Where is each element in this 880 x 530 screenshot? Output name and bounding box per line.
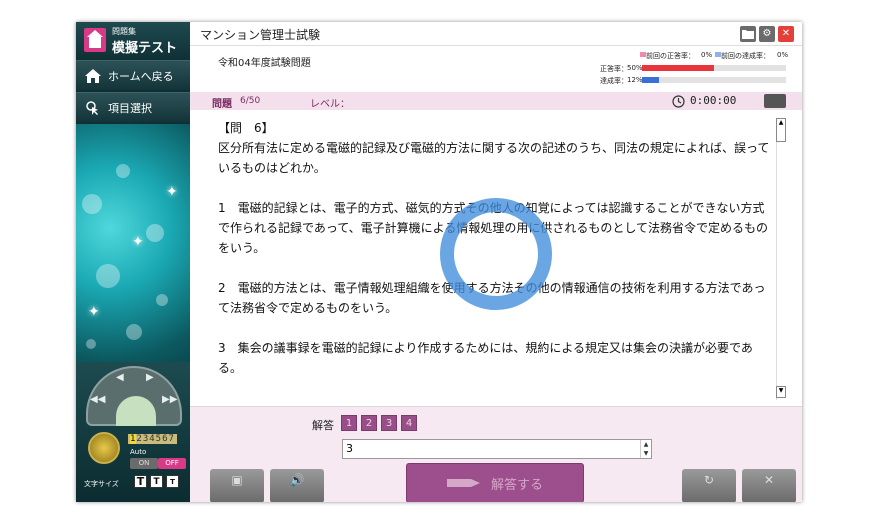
sidebar-item-select[interactable]: 項目選択 (76, 92, 190, 122)
correct-rate-value: 50% (627, 64, 643, 72)
achieve-rate-bar (642, 77, 786, 83)
correct-rate-label: 正答率： (600, 65, 628, 73)
scrollbar[interactable] (776, 118, 786, 400)
auto-on-button[interactable]: ON (130, 458, 158, 469)
timer: 0:00:00 (690, 94, 737, 107)
sound-coin-icon[interactable] (88, 432, 120, 464)
app-logo: 問題集 模擬テスト (76, 22, 190, 60)
gear-icon: ⚙ (762, 28, 772, 39)
main-panel: マンション管理士試験 ⚙ ✕ 令和04年度試験問題 前回の正答率： 0% 前回の… (190, 22, 802, 502)
scroll-down-button[interactable]: ▼ (776, 386, 786, 398)
sparkle-icon: ✦ (166, 184, 178, 200)
timer-toggle-button[interactable] (764, 94, 786, 108)
loading-spinner-icon (440, 198, 552, 310)
level-label: レベル： (310, 99, 350, 110)
control-panel: ◀ ▶ ◀◀ ▶▶ 1234567 Auto ON OFF 文字サイズ T T … (76, 362, 190, 502)
audio-button[interactable]: 🔊 (270, 469, 324, 502)
prev-arrow-icon[interactable]: ◀ (116, 372, 124, 383)
answer-choice-1[interactable]: 1 (341, 415, 357, 431)
question-stem: 区分所有法に定める電磁的記録及び電磁的方法に関する次の記述のうち、同法の規定によ… (218, 141, 770, 175)
speaker-icon: 🔊 (289, 473, 305, 487)
folder-button[interactable] (740, 26, 756, 42)
achieve-rate-fill (642, 77, 660, 83)
last-arrow-icon[interactable]: ▶▶ (162, 394, 177, 405)
window-title: マンション管理士試験 (200, 28, 321, 42)
pencil-icon (446, 479, 480, 487)
sidebar: 問題集 模擬テスト ホームへ戻る 項目選択 ✦ ✦ ✦ ◀ ▶ ◀◀ ▶▶ 12… (76, 22, 190, 502)
next-arrow-icon[interactable]: ▶ (146, 372, 154, 383)
counter-rest: 234567 (136, 434, 175, 444)
exam-title: 令和04年度試験問題 (218, 58, 311, 69)
answer-choice-2[interactable]: 2 (361, 415, 377, 431)
dpad-center[interactable] (116, 396, 156, 426)
logo-title: 模擬テスト (112, 41, 178, 56)
prev-achieve-value: 0% (777, 51, 789, 59)
cancel-icon: ✕ (763, 473, 775, 487)
sparkle-icon: ✦ (132, 234, 144, 250)
close-button[interactable]: ✕ (778, 26, 794, 42)
cancel-button[interactable]: ✕ (742, 469, 796, 502)
home-logo-icon (84, 28, 106, 52)
clock-icon (672, 95, 685, 108)
question-label: 問題 (212, 99, 232, 110)
choice-text-3: 3 集会の議事録を電磁的記録により作成するためには、規約による規定又は集会の決議… (218, 341, 753, 375)
answer-label: 解答 (312, 419, 334, 432)
cursor-icon (82, 99, 104, 117)
achieve-rate-value: 12% (627, 76, 643, 84)
memo-button[interactable]: ▣ (210, 469, 264, 502)
memo-icon: ▣ (231, 473, 243, 487)
page-counter: 1234567 (128, 434, 177, 444)
close-icon: ✕ (781, 28, 791, 39)
fontsize-label: 文字サイズ (84, 480, 119, 488)
answer-input[interactable]: 3 (342, 439, 652, 459)
sidebar-item-home[interactable]: ホームへ戻る (76, 60, 190, 90)
home-icon (82, 67, 104, 85)
folder-icon (742, 30, 754, 39)
retry-button[interactable]: ↻ (682, 469, 736, 502)
answer-stepper[interactable]: ▲ ▼ (640, 440, 651, 458)
prev-achieve-label: 前回の達成率： (721, 52, 770, 60)
answer-choice-4[interactable]: 4 (401, 415, 417, 431)
fontsize-large-button[interactable]: T (134, 475, 147, 488)
auto-label: Auto (130, 448, 147, 456)
sparkle-icon: ✦ (88, 304, 100, 320)
title-bar: マンション管理士試験 ⚙ ✕ (190, 22, 802, 46)
fontsize-small-button[interactable]: T (166, 475, 179, 488)
refresh-icon: ↻ (703, 473, 715, 487)
submit-label: 解答する (490, 477, 543, 493)
logo-subtitle: 問題集 (112, 27, 136, 36)
sidebar-item-label: ホームへ戻る (108, 69, 174, 83)
settings-button[interactable]: ⚙ (759, 26, 775, 42)
answer-panel: 解答 1 2 3 4 3 ▲ ▼ 解答する ▣ 🔊 ↻ ✕ (190, 406, 802, 502)
decorative-background: ✦ ✦ ✦ (76, 124, 190, 384)
scroll-up-button[interactable]: ▲ (776, 118, 786, 142)
question-heading: 【問 6】 (218, 121, 274, 135)
correct-rate-bar (642, 65, 786, 71)
prev-correct-value: 0% (701, 51, 713, 59)
correct-rate-fill (642, 65, 714, 71)
app-window: 問題集 模擬テスト ホームへ戻る 項目選択 ✦ ✦ ✦ ◀ ▶ ◀◀ ▶▶ 12… (76, 22, 802, 502)
sidebar-item-label: 項目選択 (108, 101, 152, 115)
submit-answer-button[interactable]: 解答する (406, 463, 584, 502)
achieve-rate-label: 達成率： (600, 77, 628, 85)
first-arrow-icon[interactable]: ◀◀ (90, 394, 105, 405)
question-header: 問題 6/50 レベル： 0:00:00 (190, 92, 802, 110)
prev-correct-label: 前回の正答率： (646, 52, 695, 60)
navigation-pad: ◀ ▶ ◀◀ ▶▶ (86, 366, 182, 426)
question-number: 6/50 (240, 96, 261, 106)
answer-choice-3[interactable]: 3 (381, 415, 397, 431)
fontsize-medium-button[interactable]: T (150, 475, 163, 488)
auto-off-button[interactable]: OFF (158, 458, 186, 469)
